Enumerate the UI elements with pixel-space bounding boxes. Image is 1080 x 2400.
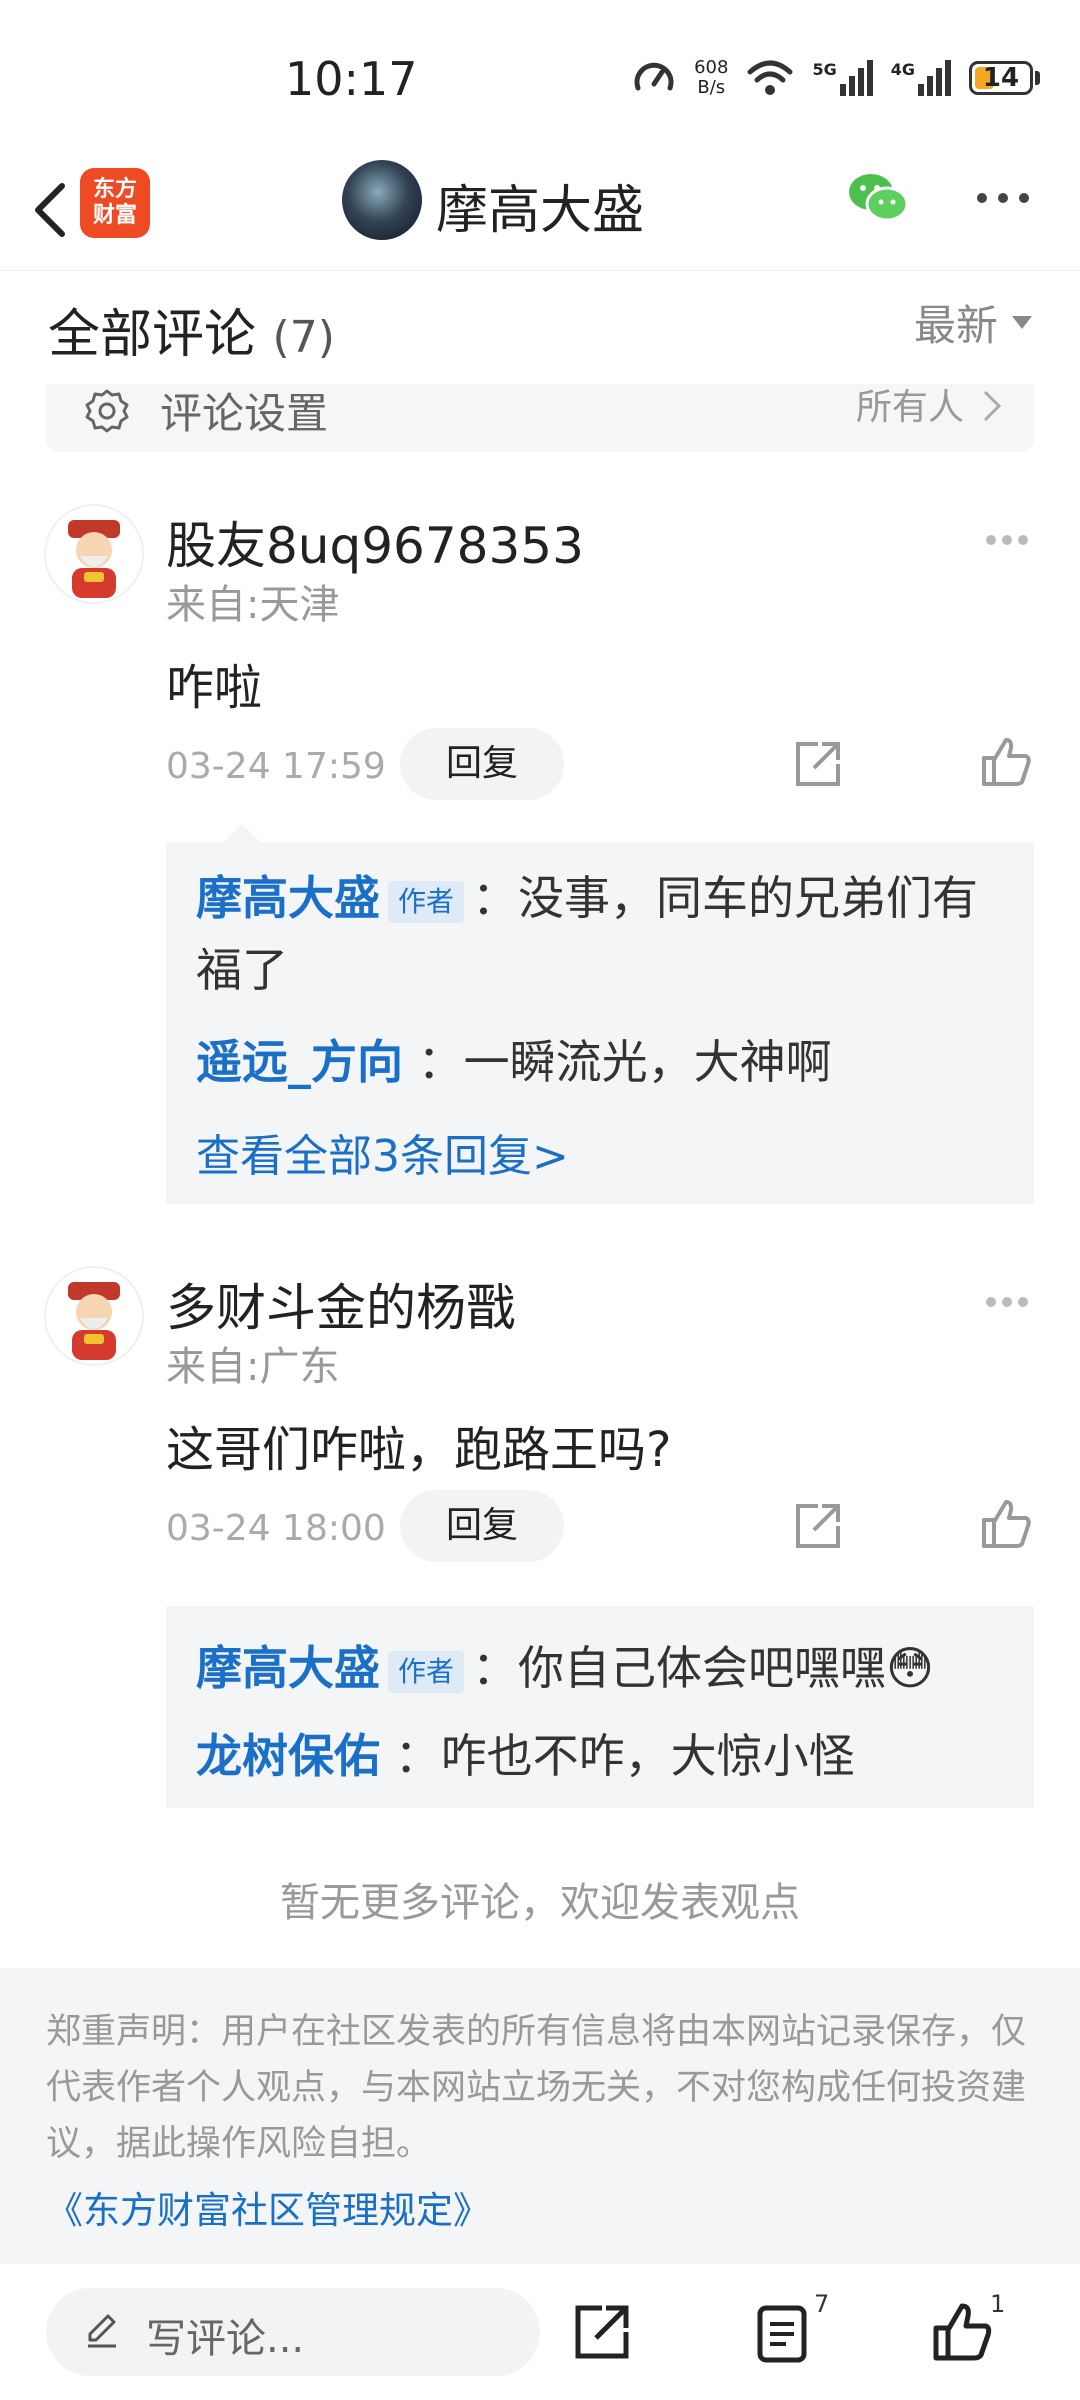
settings-label: 评论设置: [160, 389, 329, 438]
author-avatar[interactable]: [342, 160, 422, 240]
reply-text: ：没事，同车的兄弟们有: [472, 871, 979, 925]
community-rules-link[interactable]: 《东方财富社区管理规定》: [46, 2180, 490, 2234]
comment-location: 来自:天津: [166, 582, 340, 628]
comment-username[interactable]: 多财斗金的杨戬: [166, 1268, 516, 1340]
comment-time: 03-24 18:00: [166, 1508, 386, 1549]
comments-count: (7): [272, 312, 335, 363]
comment-location: 来自:广东: [166, 1344, 340, 1390]
wechat-share-icon[interactable]: [845, 170, 911, 226]
battery-icon: 14: [969, 61, 1033, 95]
thumbs-up-icon[interactable]: [978, 734, 1034, 790]
wifi-icon: [747, 60, 793, 95]
reply-text: ：咋也不咋，大惊小怪: [380, 1729, 855, 1783]
comment-text: 这哥们咋啦，跑路王吗?: [166, 1422, 672, 1478]
status-icons: 608 B/s 5G 4G 14: [632, 52, 1040, 104]
nav-bar: 东方 财富 摩高大盛: [0, 150, 1080, 271]
fortune-god-icon: [68, 520, 120, 598]
comments-list-icon[interactable]: [752, 2302, 816, 2366]
share-icon[interactable]: [790, 1498, 846, 1554]
speedometer-icon: [634, 62, 674, 91]
signal-5g-icon: 5G: [812, 60, 873, 96]
reply-item: 遥远_方向 ：一瞬流光，大神啊: [196, 1026, 1004, 1098]
bottom-action-bar: 写评论... 7 1: [0, 2264, 1080, 2400]
reply-button[interactable]: 回复: [400, 1490, 564, 1562]
disclaimer-text: 郑重声明：用户在社区发表的所有信息将由本网站记录保存，仅代表作者个人观点，与本网…: [46, 2012, 1027, 2164]
reply-text: 福了: [196, 943, 288, 997]
dropdown-arrow-icon: [1012, 316, 1032, 329]
avatar[interactable]: [44, 504, 144, 604]
thumbs-up-icon[interactable]: [978, 1496, 1034, 1552]
reply-box: 摩高大盛 作者 ：没事，同车的兄弟们有 福了 遥远_方向 ：一瞬流光，大神啊 查看全…: [166, 824, 1034, 1204]
author-badge: 作者: [388, 1650, 465, 1693]
comment-username[interactable]: 股友8uq9678353: [166, 506, 584, 578]
reply-text: ：一瞬流光，大神啊: [403, 1035, 832, 1089]
thumbs-up-icon[interactable]: [930, 2300, 994, 2364]
reply-item: 摩高大盛 作者 ：你自己体会吧嘿嘿😳: [196, 1632, 1004, 1704]
comment-time: 03-24 17:59: [166, 746, 386, 787]
status-bar: 10:17 608 B/s 5G 4G 14: [0, 0, 1080, 150]
comments-count-badge: 7: [814, 2290, 830, 2318]
reply-item: 龙树保佑 ：咋也不咋，大惊小怪: [196, 1720, 1004, 1792]
settings-value: 所有人: [855, 387, 964, 428]
reply-username[interactable]: 遥远_方向: [196, 1035, 403, 1089]
app-logo[interactable]: 东方 财富: [80, 168, 150, 238]
more-options-icon[interactable]: [974, 186, 1032, 210]
reply-box: 摩高大盛 作者 ：你自己体会吧嘿嘿😳 龙树保佑 ：咋也不咋，大惊小怪: [166, 1606, 1034, 1808]
disclaimer-section: 郑重声明：用户在社区发表的所有信息将由本网站记录保存，仅代表作者个人观点，与本网…: [0, 1968, 1080, 2264]
comment-placeholder: 写评论...: [146, 2316, 305, 2362]
pen-icon: [88, 2314, 116, 2348]
reply-username[interactable]: 龙树保佑: [196, 1729, 380, 1783]
reply-button[interactable]: 回复: [400, 728, 564, 800]
comment-input[interactable]: 写评论...: [46, 2288, 540, 2376]
comment-more-icon[interactable]: [986, 530, 1036, 545]
comments-title: 全部评论: [48, 305, 257, 365]
emoji: 😳: [886, 1641, 934, 1695]
page-title[interactable]: 摩高大盛: [436, 168, 644, 243]
no-more-comments-text: 暂无更多评论，欢迎发表观点: [280, 1880, 800, 1926]
view-all-replies-link[interactable]: 查看全部3条回复>: [196, 1120, 569, 1184]
likes-count-badge: 1: [990, 2290, 1006, 2318]
sort-dropdown[interactable]: 最新: [914, 292, 1032, 353]
avatar[interactable]: [44, 1266, 144, 1366]
reply-username[interactable]: 摩高大盛: [196, 871, 380, 925]
comment-text: 咋啦: [166, 660, 263, 716]
fortune-god-icon: [68, 1282, 120, 1360]
comment-settings-row[interactable]: 评论设置 所有人: [46, 384, 1034, 452]
reply-username[interactable]: 摩高大盛: [196, 1641, 380, 1695]
signal-4g-icon: 4G: [891, 60, 951, 96]
reply-text: ：你自己体会吧嘿嘿: [472, 1641, 887, 1695]
author-badge: 作者: [388, 880, 465, 923]
share-icon[interactable]: [570, 2300, 634, 2364]
status-time: 10:17: [285, 52, 418, 106]
comment-more-icon[interactable]: [986, 1292, 1036, 1307]
network-speed: 608 B/s: [694, 57, 729, 98]
reply-item: 摩高大盛 作者 ：没事，同车的兄弟们有 福了: [196, 862, 1004, 1006]
share-icon[interactable]: [790, 736, 846, 792]
gear-icon: [85, 389, 129, 433]
chevron-right-icon: [983, 390, 1002, 422]
comments-header: 全部评论 (7): [48, 292, 335, 367]
